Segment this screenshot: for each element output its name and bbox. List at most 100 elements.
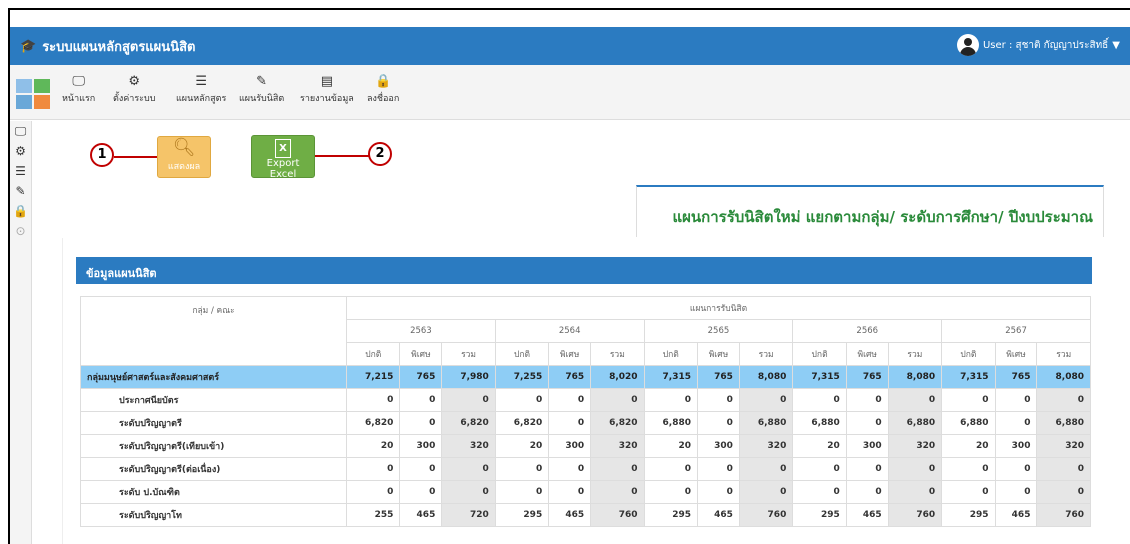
table-cell: 295	[494, 503, 550, 527]
export-excel-button[interactable]: X Export Excel	[251, 135, 315, 180]
gears-icon: ⚙	[128, 74, 141, 89]
table-cell: 7,315	[643, 365, 699, 389]
table-cell: 0	[441, 388, 496, 412]
show-button-label: แสดงผล	[167, 162, 201, 172]
table-cell: 0	[590, 388, 645, 412]
row-label: ประกาศนียบัตร	[80, 388, 347, 412]
year-header: 2563	[346, 319, 496, 343]
excel-file-icon: X	[275, 139, 291, 158]
table-cell: 6,820	[441, 411, 496, 435]
table-cell: 0	[1036, 480, 1091, 504]
toolbar-item-label: แผนหลักสูตร	[176, 94, 227, 104]
edit-icon[interactable]: ✎	[10, 181, 31, 201]
table-cell: 765	[548, 365, 592, 389]
user-label: User : สุชาติ กัญญาประสิทธิ์	[982, 39, 1109, 51]
table-cell: 295	[941, 503, 996, 527]
toolbar-item-label: แผนรับนิสิต	[239, 94, 285, 104]
table-cell: 0	[548, 480, 592, 504]
table-cell: 465	[548, 503, 592, 527]
callout-1: 1	[90, 143, 114, 167]
table-row: ประกาศนียบัตร 0 0 0 0 0 0 0 0 0 0 0 0 0 0 0	[80, 388, 1091, 412]
table-cell: 8,080	[738, 365, 794, 389]
panel-header: ข้อมูลแผนนิสิต	[76, 257, 1092, 284]
table-row: ระดับปริญญาตรี(ต่อเนื่อง) 0 0 0 0 0 0 0 0 0 0 0 0 0 0 0	[80, 457, 1091, 481]
table-cell: 0	[792, 388, 847, 412]
year-header: 2564	[494, 319, 645, 343]
row-label: ระดับ ป.บัณฑิต	[80, 480, 347, 504]
report-title: แผนการรับนิสิตใหม่ แยกตามกลุ่ม/ ระดับการ…	[672, 208, 1093, 226]
table-cell: 465	[845, 503, 889, 527]
table-cell: 0	[887, 388, 943, 412]
toolbar-item-admission[interactable]: ✎ แผนรับนิสิต	[239, 73, 284, 105]
table-cell: 765	[399, 365, 443, 389]
icon-sidebar: 🖵 ⚙ ☰ ✎ 🔒 ⊙	[10, 121, 32, 544]
callout-2: 2	[368, 142, 392, 166]
table-cell: 0	[1036, 388, 1091, 412]
table-cell: 7,980	[441, 365, 496, 389]
user-menu[interactable]: User : สุชาติ กัญญาประสิทธิ์ ▼	[956, 34, 1120, 56]
group-column-header: กลุ่ม / คณะ	[80, 296, 347, 366]
table-cell: 7,315	[941, 365, 996, 389]
table-cell: 0	[399, 480, 443, 504]
table-cell: 0	[738, 388, 794, 412]
table-cell: 8,020	[590, 365, 645, 389]
sub-header: พิเศษ	[399, 342, 443, 366]
toolbar-item-curriculum[interactable]: ☰ แผนหลักสูตร	[176, 73, 226, 105]
table-cell: 6,820	[590, 411, 645, 435]
table-cell: 6,880	[887, 411, 943, 435]
table-cell: 0	[887, 480, 943, 504]
app-frame: 🎓 ระบบแผนหลักสูตรแผนนิสิต User : สุชาติ …	[8, 8, 1130, 544]
table-cell: 0	[345, 388, 401, 412]
table-cell: 0	[441, 457, 496, 481]
table-cell: 0	[643, 388, 699, 412]
table-cell: 0	[548, 411, 592, 435]
lock-icon[interactable]: 🔒	[10, 201, 31, 221]
table-cell: 0	[941, 388, 996, 412]
group-row: กลุ่มมนุษย์ศาสตร์และสังคมศาสตร์ 7,215 765 7…	[80, 365, 1091, 389]
table-cell: 6,820	[494, 411, 550, 435]
monitor-icon[interactable]: 🖵	[10, 121, 31, 141]
table-cell: 6,880	[738, 411, 794, 435]
year-header: 2567	[941, 319, 1091, 343]
callout-1-line	[114, 156, 157, 158]
year-header: 2566	[792, 319, 943, 343]
caret-down-icon: ▼	[1112, 39, 1120, 51]
list-icon[interactable]: ☰	[10, 161, 31, 181]
table-cell: 7,315	[792, 365, 847, 389]
plan-column-header: แผนการรับนิสิต	[346, 296, 1091, 320]
sub-header: พิเศษ	[548, 342, 592, 366]
toolbar-item-home[interactable]: 🖵 หน้าแรก	[62, 73, 95, 105]
sub-header: รวม	[1036, 342, 1091, 366]
table-cell: 0	[994, 388, 1038, 412]
sub-header: ปกติ	[792, 342, 847, 366]
table-cell: 320	[441, 434, 496, 458]
table-cell: 0	[399, 411, 443, 435]
report-title-tab: แผนการรับนิสิตใหม่ แยกตามกลุ่ม/ ระดับการ…	[636, 185, 1104, 237]
sub-header: รวม	[441, 342, 496, 366]
list-icon: ☰	[195, 74, 207, 89]
app-brand[interactable]: 🎓 ระบบแผนหลักสูตรแผนนิสิต	[20, 36, 195, 57]
gears-icon[interactable]: ⚙	[10, 141, 31, 161]
table-cell: 0	[590, 457, 645, 481]
table-cell: 0	[494, 457, 550, 481]
expand-icon[interactable]: ⊙	[10, 221, 31, 241]
toolbar-item-logout[interactable]: 🔒 ลงชื่ออก	[367, 73, 399, 105]
avatar	[956, 34, 979, 56]
table-cell: 320	[590, 434, 645, 458]
table-cell: 0	[845, 457, 889, 481]
table-cell: 320	[887, 434, 943, 458]
sub-header: พิเศษ	[994, 342, 1038, 366]
report-icon: ▤	[320, 74, 334, 89]
sub-header: รวม	[887, 342, 943, 366]
table-cell: 8,080	[1036, 365, 1091, 389]
row-label: ระดับปริญญาตรี	[80, 411, 347, 435]
sub-header: ปกติ	[494, 342, 550, 366]
table-cell: 0	[643, 457, 699, 481]
toolbar-item-settings[interactable]: ⚙ ตั้งค่าระบบ	[113, 73, 155, 105]
sub-header: รวม	[738, 342, 794, 366]
toolbar-item-reports[interactable]: ▤ รายงานข้อมูล	[300, 73, 354, 105]
year-header: 2565	[643, 319, 794, 343]
sub-header: พิเศษ	[697, 342, 740, 366]
show-button[interactable]: 🔍︎ แสดงผล	[157, 136, 211, 178]
table-cell: 0	[345, 480, 401, 504]
